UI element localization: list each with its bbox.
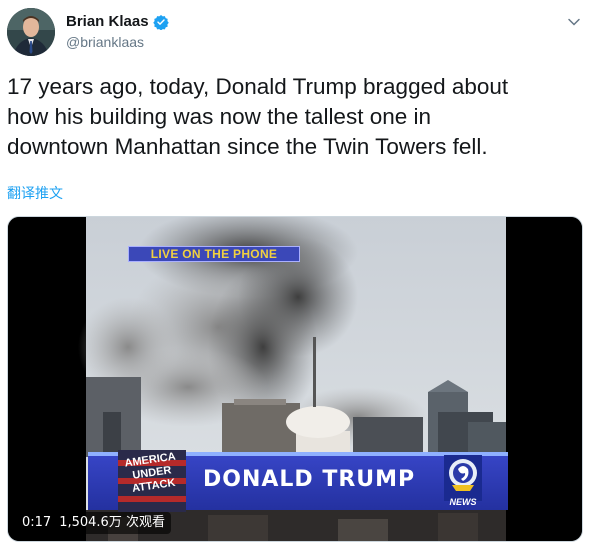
video-view-count: 1,504.6万 次观看 [59,515,165,530]
news-logo-text: NEWS [449,497,477,507]
live-on-phone-banner: LIVE ON THE PHONE [128,246,300,262]
channel-9-icon [444,455,482,501]
translate-tweet-link[interactable]: 翻译推文 [7,183,63,203]
channel-9-logo [444,455,482,501]
video-player[interactable]: LIVE ON THE PHONE DONALD TRUMP AMERICA U… [7,216,583,542]
author-name-row: Brian Klaas [66,13,169,30]
america-under-attack-logo: AMERICA UNDER ATTACK [118,450,186,512]
video-info-overlay: 0:17 1,504.6万 次观看 [16,512,171,534]
video-duration: 0:17 [22,515,52,530]
avatar[interactable] [7,8,55,56]
avatar-image [7,8,55,56]
verified-badge-icon [152,14,169,30]
author-display-name[interactable]: Brian Klaas [66,13,149,30]
chevron-down-icon[interactable] [566,14,582,30]
tweet-text: 17 years ago, today, Donald Trump bragge… [7,74,509,159]
tweet-card: Brian Klaas @brianklaas 17 years ago, to… [0,0,592,550]
lower-third-name: DONALD TRUMP [203,467,416,492]
author-handle[interactable]: @brianklaas [66,34,144,50]
